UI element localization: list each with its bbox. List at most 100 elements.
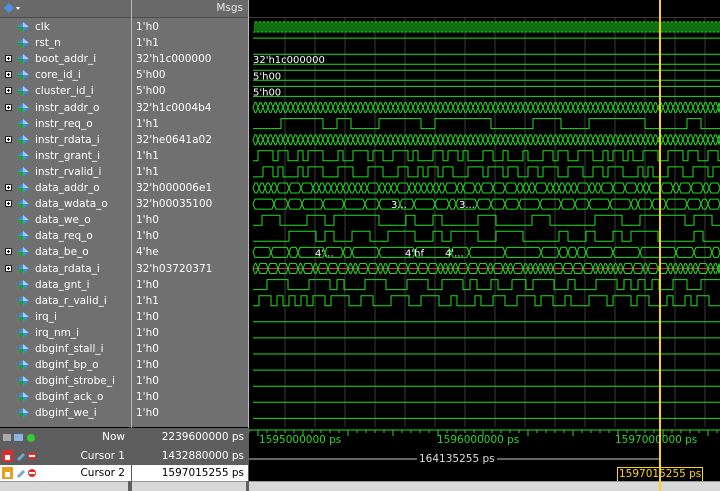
name-scrollbar[interactable] [0,481,128,491]
signal-diamond-icon [17,247,29,258]
signal-row[interactable]: data_be_o [0,244,131,260]
signal-diamond-icon [17,199,29,210]
signal-value: 1'h0 [136,21,159,33]
signal-name: dbginf_ack_o [35,391,104,404]
signal-name: data_wdata_o [35,198,108,211]
signal-name: rst_n [35,37,61,50]
signal-row[interactable]: irq_nm_i [0,325,131,341]
signal-value: 1'h0 [136,407,159,420]
now-row: Now [0,429,131,445]
signal-value: 1'h0 [136,375,159,388]
signal-row[interactable]: data_we_o [0,212,131,228]
signal-row[interactable]: instr_rvalid_i [0,164,131,180]
signal-value: 1'h1 [136,37,159,50]
signal-row[interactable]: core_id_i [0,67,131,83]
signal-row[interactable]: data_req_o [0,228,131,244]
signal-row[interactable]: data_gnt_i [0,277,131,293]
expand-toggle-icon[interactable] [5,200,12,208]
signal-value: 5'h00 [136,69,166,82]
signal-diamond-icon [17,231,29,242]
signal-diamond-icon [17,279,29,290]
cursor2-row[interactable]: Cursor 2 [0,465,131,481]
signal-row[interactable]: data_r_valid_i [0,293,131,309]
signal-row[interactable]: instr_req_o [0,116,131,132]
wave-menu-icon[interactable] [3,2,20,14]
cursor2-label: Cursor 2 [80,467,125,479]
signal-row[interactable]: cluster_id_i [0,83,131,99]
signal-value: 1'h0 [136,310,159,323]
msgs-header: Msgs [132,0,248,18]
expand-toggle-icon[interactable] [5,248,12,256]
signal-name: core_id_i [35,69,81,82]
signal-waveform [253,279,720,291]
waveform-canvas[interactable]: 32'h1c000000 5'h00 5'h00 3... 3... 4'... 4'hf 4… [249,0,720,427]
signal-diamond-icon [17,263,29,274]
signal-diamond-icon [17,70,29,81]
signal-row[interactable]: dbginf_we_i [0,405,131,421]
cursor2-value: 1597015255 ps [132,465,248,481]
expand-toggle-icon[interactable] [5,184,12,191]
signal-value: 32'h00035100 [136,198,213,211]
signal-diamond-icon [17,327,29,338]
signal-value: 5'h00 [136,85,166,98]
bus-value-label: 5'h00 [253,71,281,82]
signal-row[interactable]: boot_addr_i [0,51,131,67]
waveform-pane[interactable]: 32'h1c000000 5'h00 5'h00 3... 3... 4'... 4'hf 4… [249,0,720,427]
bus-value-label: 3... [459,200,475,211]
signal-diamond-icon [17,295,29,306]
signal-row[interactable]: data_addr_o [0,180,131,196]
signal-row[interactable]: instr_addr_o [0,100,131,116]
signal-value: 1'h1 [136,165,159,178]
expand-toggle-icon[interactable] [5,71,12,79]
signal-name: data_gnt_i [35,278,90,291]
signal-name: irq_i [35,310,57,323]
now-icons[interactable] [3,432,39,448]
signal-row[interactable]: instr_rdata_i [0,132,131,148]
waveform-scrollbar[interactable] [249,481,720,491]
signal-row[interactable]: dbginf_stall_i [0,341,131,357]
signal-row[interactable]: rst_n [0,35,131,51]
signal-value: 32'he0641a02 [136,133,212,146]
expand-toggle-icon[interactable] [5,87,12,95]
bus-value-label: 5'h00 [253,87,281,98]
signal-value: 1'h0 [136,326,159,339]
signal-value: 1'h1 [136,117,159,130]
cursor1-value: 1432880000 ps [161,450,244,462]
cursor-2-line[interactable] [659,0,661,491]
signal-name: data_be_o [35,246,89,259]
signal-row[interactable]: irq_i [0,309,131,325]
signal-value: 1'h0 [136,359,159,372]
bus-value-label: 32'h1c000000 [253,55,325,66]
expand-toggle-icon[interactable] [5,135,12,143]
expand-toggle-icon[interactable] [5,103,12,111]
bus-waveform [252,134,720,146]
signal-diamond-icon [17,86,29,97]
signal-row[interactable]: data_rdata_i [0,261,131,277]
signal-waveform [253,166,720,178]
signal-diamond-icon [17,376,29,387]
signal-row[interactable]: clk [0,19,131,35]
signal-name: data_rdata_i [35,262,100,275]
signal-row[interactable]: dbginf_bp_o [0,357,131,373]
expand-toggle-icon[interactable] [5,264,12,272]
signal-row[interactable]: dbginf_ack_o [0,389,131,405]
value-scrollbar[interactable] [132,481,246,491]
signal-value: 4'he [136,246,159,259]
signal-row[interactable]: instr_grant_i [0,148,131,164]
cursor1-row[interactable]: Cursor 1 [0,448,131,464]
signal-diamond-icon [17,215,29,226]
signal-name: dbginf_bp_o [35,359,99,372]
now-label: Now [102,431,125,443]
signal-diamond-icon [17,118,29,129]
signal-name: dbginf_we_i [35,407,97,420]
expand-toggle-icon[interactable] [5,55,12,63]
bus-waveform [252,198,720,210]
timeline[interactable]: 1595000000 ps 1596000000 ps 1597000000 p… [249,428,720,491]
signal-diamond-icon [17,408,29,419]
cursor-delta: 164135255 ps [417,453,497,465]
signal-value: 1'h0 [136,278,159,291]
signal-row[interactable]: dbginf_strobe_i [0,373,131,389]
signal-name: instr_grant_i [35,149,101,162]
signal-row[interactable]: data_wdata_o [0,196,131,212]
signal-diamond-icon [17,166,29,177]
